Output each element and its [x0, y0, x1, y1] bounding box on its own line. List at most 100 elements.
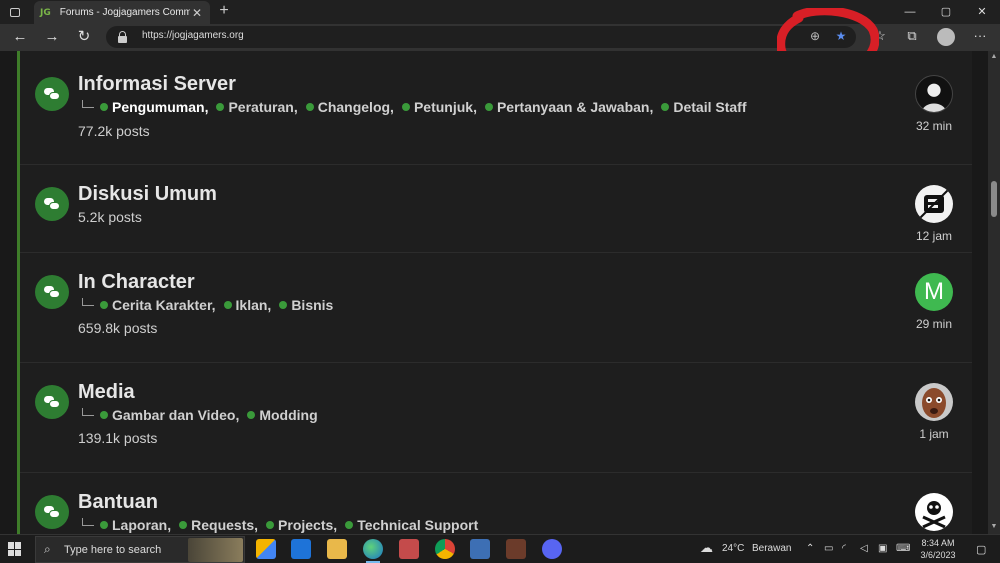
- scroll-up-icon[interactable]: ▲: [988, 53, 1000, 60]
- subforum-link[interactable]: Laporan,: [100, 517, 171, 533]
- subforum-label[interactable]: Detail Staff: [673, 99, 746, 115]
- volume-icon[interactable]: ◁: [860, 543, 868, 554]
- refresh-icon[interactable]: ↻: [72, 26, 96, 48]
- last-poster-avatar[interactable]: M: [915, 273, 953, 311]
- subforum-link[interactable]: Changelog,: [305, 99, 394, 115]
- minimize-button[interactable]: —: [892, 0, 928, 24]
- subforum-link[interactable]: Pengumuman,: [100, 99, 208, 115]
- discord-icon[interactable]: [542, 539, 562, 559]
- search-highlight-image: [188, 538, 243, 562]
- taskbar-clock[interactable]: 8:34 AM 3/6/2023: [912, 537, 964, 561]
- subforum-link[interactable]: Requests,: [179, 517, 258, 533]
- notification-icon[interactable]: ▢: [976, 543, 986, 556]
- mail-icon[interactable]: [291, 539, 311, 559]
- close-window-button[interactable]: ✕: [964, 0, 1000, 24]
- game-launcher-icon[interactable]: [399, 539, 419, 559]
- subforum-label[interactable]: Pertanyaan & Jawaban,: [497, 99, 653, 115]
- lock-icon[interactable]: [118, 31, 127, 43]
- clock-date: 3/6/2023: [920, 550, 956, 560]
- browser-tab[interactable]: JG Forums - Jogjagamers Communi ✕: [34, 1, 210, 24]
- address-bar[interactable]: https://jogjagamers.org ⊕ ★: [106, 26, 856, 48]
- subforum-label[interactable]: Petunjuk,: [414, 99, 477, 115]
- file-explorer-icon[interactable]: [327, 539, 347, 559]
- subforum-link[interactable]: Pertanyaan & Jawaban,: [484, 99, 653, 115]
- site-favicon-icon: JG: [40, 7, 51, 18]
- new-tab-button[interactable]: +: [215, 2, 233, 20]
- last-poster-avatar[interactable]: [915, 493, 953, 531]
- back-icon[interactable]: ←: [8, 26, 32, 48]
- app-icon[interactable]: [470, 539, 490, 559]
- scroll-down-icon[interactable]: ▼: [988, 523, 1000, 530]
- subforum-link[interactable]: Bisnis: [279, 297, 333, 313]
- last-poster-avatar[interactable]: [915, 185, 953, 223]
- forum-chat-icon: [35, 77, 69, 111]
- subforum-link[interactable]: Gambar dan Video,: [100, 407, 239, 423]
- last-post-time[interactable]: 12 jam: [898, 229, 970, 243]
- tray-expand-icon[interactable]: ⌃: [806, 543, 814, 554]
- scrollbar-thumb[interactable]: [991, 181, 997, 217]
- weather-temperature[interactable]: 24°C: [722, 543, 744, 554]
- subforum-label[interactable]: Modding: [259, 407, 317, 423]
- forward-icon[interactable]: →: [40, 26, 64, 48]
- forum-row-media: Media Gambar dan Video, Modding 139.1k p…: [20, 363, 972, 473]
- last-post-time[interactable]: 1 jam: [898, 427, 970, 441]
- forum-title[interactable]: Media: [78, 381, 135, 404]
- weather-cloud-icon[interactable]: ☁: [700, 540, 713, 556]
- game-icon[interactable]: [506, 539, 526, 559]
- edge-browser-icon[interactable]: [363, 539, 383, 559]
- tab-actions-icon[interactable]: [0, 0, 30, 24]
- more-icon[interactable]: ···: [969, 28, 991, 43]
- subforum-label[interactable]: Peraturan,: [228, 99, 297, 115]
- post-count: 5.2k posts: [78, 209, 142, 225]
- subforum-label[interactable]: Requests,: [191, 517, 258, 533]
- subforum-link[interactable]: Projects,: [266, 517, 337, 533]
- maximize-button[interactable]: ▢: [928, 0, 964, 24]
- subforum-link[interactable]: Cerita Karakter,: [100, 297, 216, 313]
- subforum-label[interactable]: Pengumuman,: [112, 99, 208, 115]
- subforum-link[interactable]: Modding: [247, 407, 318, 423]
- subforum-label[interactable]: Bisnis: [291, 297, 333, 313]
- wifi-icon[interactable]: ◜: [842, 543, 846, 554]
- subforum-label[interactable]: Gambar dan Video,: [112, 407, 239, 423]
- subforum-label[interactable]: Iklan,: [236, 297, 272, 313]
- keyboard-icon[interactable]: ⌨: [896, 543, 910, 554]
- last-poster-avatar[interactable]: [915, 75, 953, 113]
- last-post-time[interactable]: 29 min: [898, 317, 970, 331]
- tray-app-icon[interactable]: ▣: [878, 543, 887, 554]
- subforum-link[interactable]: Iklan,: [223, 297, 272, 313]
- forum-title[interactable]: Bantuan: [78, 491, 158, 514]
- subforum-label[interactable]: Changelog,: [318, 99, 394, 115]
- chrome-icon[interactable]: [435, 539, 455, 559]
- subforum-label[interactable]: Laporan,: [112, 517, 171, 533]
- taskbar-search-box[interactable]: ⌕ Type here to search: [35, 536, 245, 563]
- subforum-label[interactable]: Projects,: [278, 517, 337, 533]
- forum-row-informasi-server: Informasi Server Pengumuman, Peraturan, …: [20, 51, 972, 165]
- weather-description[interactable]: Berawan: [752, 543, 791, 554]
- subforum-label[interactable]: Cerita Karakter,: [112, 297, 216, 313]
- battery-icon[interactable]: ▭: [824, 543, 833, 554]
- forum-title[interactable]: Informasi Server: [78, 73, 236, 96]
- last-poster-avatar[interactable]: [915, 383, 953, 421]
- url-text[interactable]: https://jogjagamers.org: [142, 30, 244, 41]
- subforum-link[interactable]: Technical Support: [345, 517, 478, 533]
- subforum-label[interactable]: Technical Support: [357, 517, 478, 533]
- subforum-link[interactable]: Peraturan,: [216, 99, 298, 115]
- subforum-link[interactable]: Detail Staff: [661, 99, 747, 115]
- subforum-elbow-icon: [82, 408, 94, 416]
- forum-title[interactable]: Diskusi Umum: [78, 183, 217, 206]
- page-scrollbar[interactable]: ▲ ▼: [988, 51, 1000, 534]
- forum-chat-icon: [35, 275, 69, 309]
- post-count: 659.8k posts: [78, 320, 158, 336]
- profile-icon[interactable]: [937, 28, 955, 46]
- clock-time: 8:34 AM: [921, 538, 955, 548]
- tab-close-icon[interactable]: ✕: [190, 6, 204, 20]
- subforum-elbow-icon: [82, 518, 94, 526]
- subforum-list: Pengumuman, Peraturan, Changelog, Petunj…: [82, 99, 755, 115]
- taskbar-search-placeholder[interactable]: Type here to search: [64, 544, 161, 556]
- windows-start-icon[interactable]: [8, 542, 22, 556]
- last-post-time[interactable]: 32 min: [898, 119, 970, 133]
- microsoft-store-icon[interactable]: [256, 539, 276, 559]
- subforum-link[interactable]: Petunjuk,: [401, 99, 477, 115]
- collections-icon[interactable]: ⧉: [901, 28, 923, 44]
- forum-title[interactable]: In Character: [78, 271, 195, 294]
